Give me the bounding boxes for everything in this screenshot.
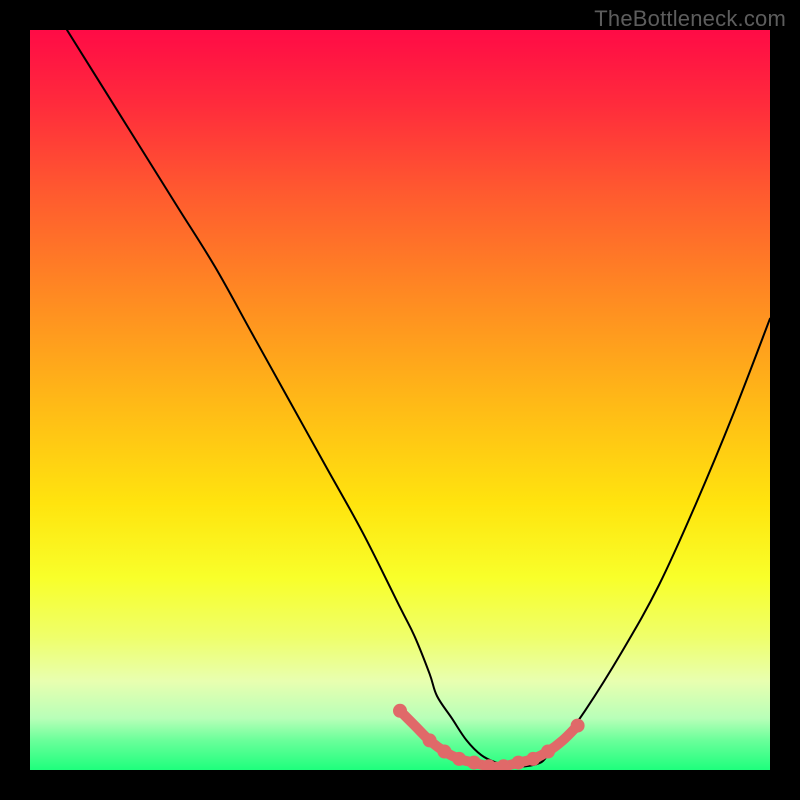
marker-point xyxy=(541,745,555,759)
chart-frame: TheBottleneck.com xyxy=(0,0,800,800)
chart-svg xyxy=(30,30,770,770)
marker-point xyxy=(526,752,540,766)
marker-point xyxy=(467,756,481,770)
plot-area xyxy=(30,30,770,770)
marker-point xyxy=(393,704,407,718)
marker-point xyxy=(423,733,437,747)
marker-point xyxy=(511,756,525,770)
marker-point xyxy=(452,752,466,766)
marker-point xyxy=(571,719,585,733)
series-curve xyxy=(67,30,770,767)
marker-point xyxy=(437,745,451,759)
watermark-text: TheBottleneck.com xyxy=(594,6,786,32)
